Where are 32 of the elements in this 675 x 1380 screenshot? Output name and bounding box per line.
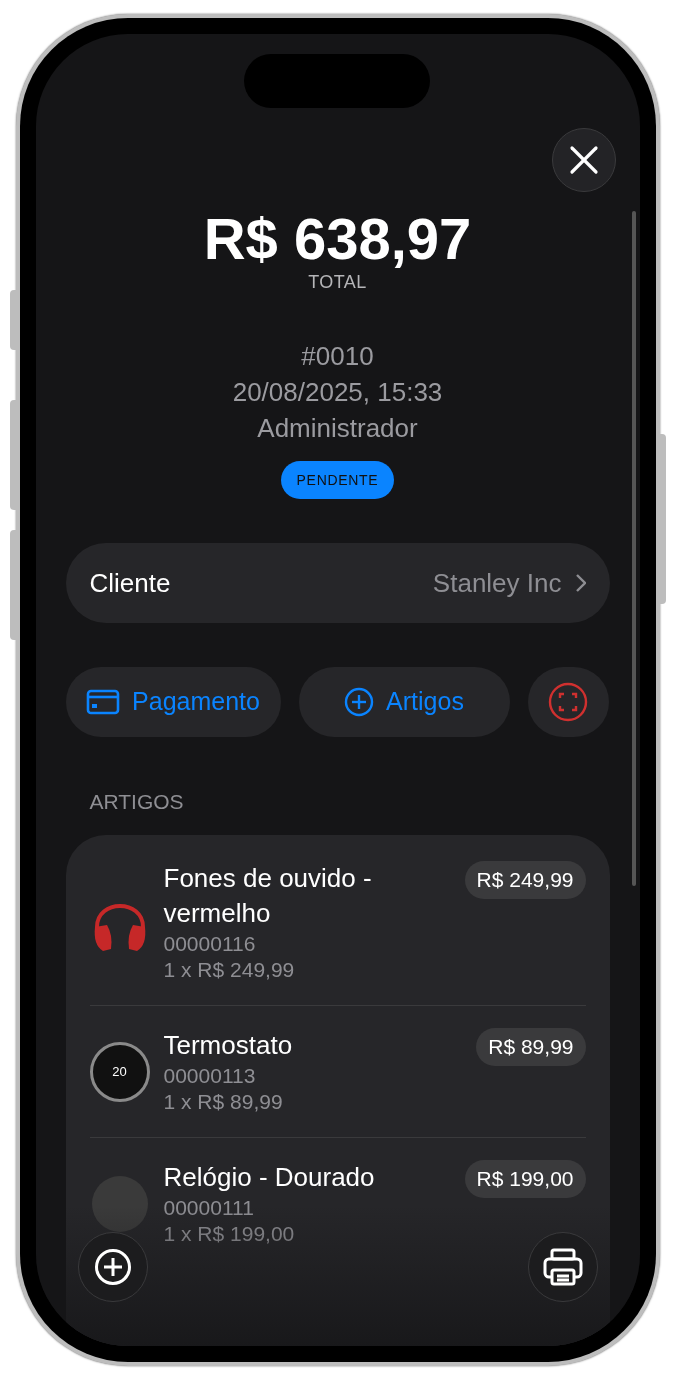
thermostat-reading: 20 [112, 1062, 127, 1081]
plus-circle-icon [93, 1248, 132, 1286]
item-code: 00000116 [163, 931, 257, 957]
total-label: TOTAL [308, 272, 367, 292]
customer-row[interactable]: Cliente Stanley Inc [65, 543, 610, 623]
plus-circle-icon [344, 687, 375, 717]
printer-icon [542, 1248, 583, 1286]
total-amount: R$ 638,97 [203, 206, 472, 272]
action-button[interactable]: Pagamento [65, 667, 281, 737]
item-name: Relógio - Dourado [163, 1161, 376, 1194]
item-price: R$ 89,99 [476, 1028, 586, 1066]
credit-card-icon [86, 689, 121, 715]
scan-icon [548, 682, 588, 722]
item-name: Fones de ouvido - vermelho [163, 862, 373, 930]
close-icon [568, 145, 599, 175]
item-quantity: 1 x R$ 249,99 [163, 957, 296, 983]
item-code: 00000111 [163, 1195, 255, 1221]
customer-label: Cliente [89, 566, 171, 600]
chevron-right-icon [575, 574, 586, 592]
action-button[interactable]: Artigos [298, 667, 510, 737]
item-code: 00000113 [163, 1063, 257, 1089]
item-quantity: 1 x R$ 199,00 [163, 1221, 296, 1247]
order-number: #0010 [301, 340, 374, 373]
item-price: R$ 199,00 [464, 1160, 586, 1198]
item-name: Termostato [163, 1029, 294, 1062]
order-user: Administrador [257, 412, 418, 445]
customer-value: Stanley Inc [432, 566, 562, 600]
order-datetime: 20/08/2025, 15:33 [232, 376, 443, 409]
item-price: R$ 249,99 [464, 861, 586, 899]
item-quantity: 1 x R$ 89,99 [163, 1089, 284, 1115]
section-title: ARTIGOS [89, 789, 185, 815]
status-badge: PENDENTE [280, 461, 395, 499]
